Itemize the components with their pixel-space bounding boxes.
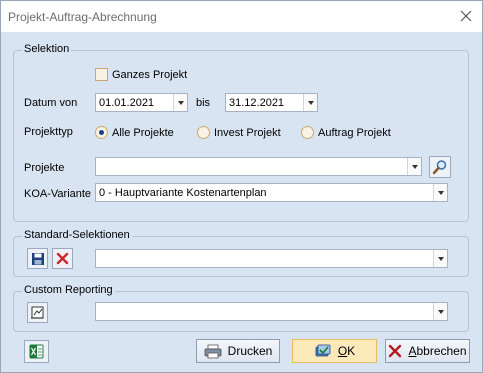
selektion-title: Selektion bbox=[22, 43, 72, 55]
abbrechen-button[interactable]: Abbrechen bbox=[385, 339, 470, 363]
drucken-button[interactable]: Drucken bbox=[196, 339, 280, 363]
datum-von-label: Datum von bbox=[24, 97, 78, 109]
ok-label: OK bbox=[338, 344, 355, 358]
excel-export-button[interactable] bbox=[24, 340, 49, 363]
cancel-icon bbox=[389, 344, 402, 358]
datum-bis-field[interactable]: 31.12.2021 bbox=[225, 93, 318, 112]
chevron-down-icon[interactable] bbox=[433, 250, 447, 267]
chevron-down-icon[interactable] bbox=[173, 94, 187, 111]
drucken-label: Drucken bbox=[227, 344, 273, 358]
dialog-window: Projekt-Auftrag-Abrechnung Selektion Gan… bbox=[0, 0, 483, 373]
delete-icon bbox=[56, 252, 69, 265]
chevron-down-icon[interactable] bbox=[433, 184, 447, 201]
projekte-select[interactable] bbox=[95, 157, 422, 176]
save-icon bbox=[31, 252, 44, 265]
ok-accel: O bbox=[337, 344, 348, 358]
ok-button[interactable]: OK bbox=[292, 339, 377, 363]
radio-invest-projekt[interactable] bbox=[197, 126, 210, 139]
bis-label: bis bbox=[196, 97, 211, 109]
radio-auftrag-projekt-label: Auftrag Projekt bbox=[318, 127, 391, 139]
standard-selektionen-title: Standard-Selektionen bbox=[22, 229, 132, 241]
projekte-label: Projekte bbox=[24, 162, 65, 174]
close-icon[interactable] bbox=[454, 5, 478, 27]
ok-rest: K bbox=[347, 344, 356, 358]
ganzes-projekt-checkbox[interactable] bbox=[95, 68, 108, 81]
datum-bis-value: 31.12.2021 bbox=[229, 97, 285, 109]
datum-von-value: 01.01.2021 bbox=[99, 97, 155, 109]
chevron-down-icon[interactable] bbox=[407, 158, 421, 175]
radio-alle-projekte[interactable] bbox=[95, 126, 108, 139]
projekttyp-label: Projekttyp bbox=[24, 126, 73, 138]
printer-icon bbox=[204, 344, 222, 358]
excel-icon bbox=[29, 344, 44, 359]
ganzes-projekt-label: Ganzes Projekt bbox=[112, 69, 188, 81]
window-title: Projekt-Auftrag-Abrechnung bbox=[8, 10, 157, 24]
title-bar: Projekt-Auftrag-Abrechnung bbox=[1, 1, 482, 32]
report-icon bbox=[31, 306, 44, 319]
save-selection-button[interactable] bbox=[27, 248, 48, 269]
datum-von-field[interactable]: 01.01.2021 bbox=[95, 93, 188, 112]
ok-icon bbox=[315, 344, 331, 357]
radio-alle-projekte-label: Alle Projekte bbox=[112, 127, 174, 139]
search-icon bbox=[432, 160, 447, 175]
chevron-down-icon[interactable] bbox=[433, 303, 447, 320]
abbrechen-rest: bbrechen bbox=[416, 344, 467, 358]
search-button[interactable] bbox=[429, 156, 451, 178]
radio-auftrag-projekt[interactable] bbox=[301, 126, 314, 139]
custom-reporting-title: Custom Reporting bbox=[22, 284, 115, 296]
delete-selection-button[interactable] bbox=[52, 248, 73, 269]
koa-variante-select[interactable]: 0 - Hauptvariante Kostenartenplan bbox=[95, 183, 448, 202]
radio-invest-projekt-label: Invest Projekt bbox=[214, 127, 281, 139]
abbrechen-label: Abbrechen bbox=[408, 344, 466, 358]
koa-variante-label: KOA-Variante bbox=[24, 188, 92, 200]
custom-reporting-select[interactable] bbox=[95, 302, 448, 321]
chevron-down-icon[interactable] bbox=[303, 94, 317, 111]
koa-variante-value: 0 - Hauptvariante Kostenartenplan bbox=[99, 187, 267, 199]
standard-selektionen-select[interactable] bbox=[95, 249, 448, 268]
custom-report-button[interactable] bbox=[27, 302, 48, 323]
